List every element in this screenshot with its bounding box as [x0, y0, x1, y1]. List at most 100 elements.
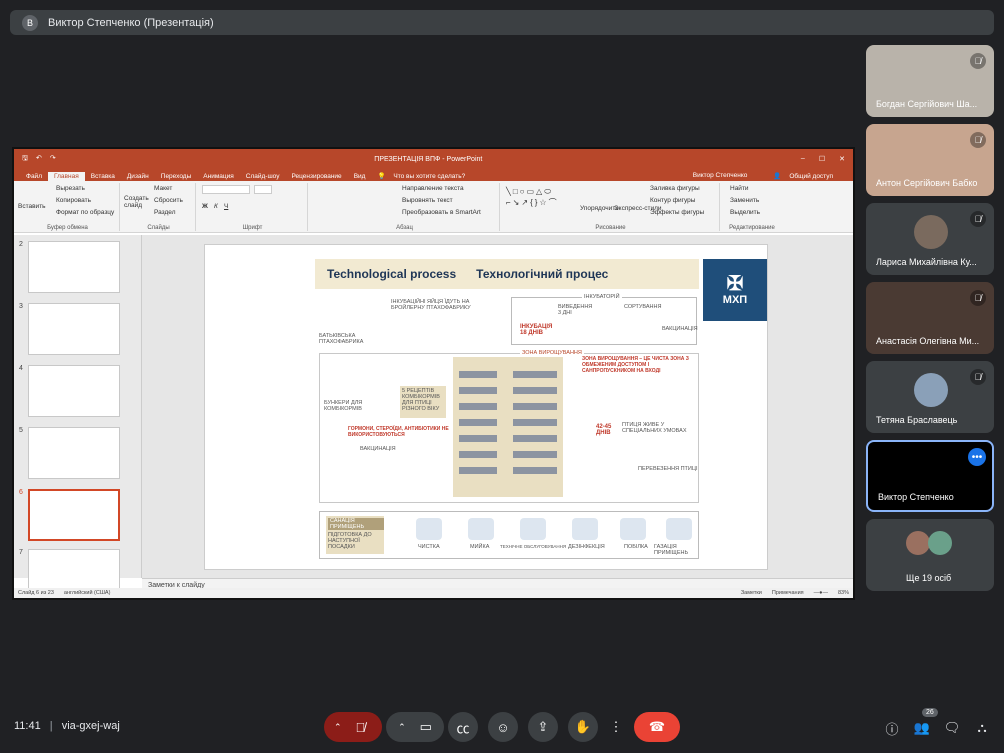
- tab-home[interactable]: Главная: [47, 172, 85, 181]
- tab-animation[interactable]: Анимация: [197, 172, 240, 181]
- minimize-icon[interactable]: –: [801, 155, 805, 163]
- comments-toggle[interactable]: Примечания: [772, 590, 804, 596]
- participant-tile[interactable]: 🎙̸ Анастасія Олегівна Ми...: [866, 282, 994, 354]
- activities-button[interactable]: ⛬: [972, 718, 992, 738]
- days-42-label: 42-45 ДНІВ: [596, 424, 612, 436]
- camera-toggle-button[interactable]: ⌃ ▭: [386, 712, 444, 742]
- camera-icon: ▭: [419, 719, 432, 734]
- house-row: [459, 451, 497, 458]
- shape-outline-button[interactable]: Контур фигуры: [650, 197, 695, 204]
- present-button[interactable]: ⇪: [528, 712, 558, 742]
- reset-button[interactable]: Сбросить: [154, 197, 183, 204]
- slide-thumbnails[interactable]: 2 3 4 5 6 7: [14, 235, 142, 598]
- current-slide[interactable]: Technological process Технологічний проц…: [204, 244, 768, 570]
- paste-button[interactable]: Вставить: [18, 203, 46, 210]
- status-bar: Слайд 6 из 23 английский (США) Заметки П…: [14, 588, 853, 598]
- clock: 11:41: [14, 720, 41, 732]
- more-options-icon[interactable]: •••: [968, 448, 986, 466]
- format-painter-button[interactable]: Формат по образцу: [56, 209, 114, 216]
- font-name-select[interactable]: [202, 185, 250, 194]
- leave-call-button[interactable]: ☎: [634, 712, 680, 742]
- more-participants-label: Ще 19 осіб: [906, 573, 952, 583]
- wrench-icon: [520, 518, 546, 540]
- bold-button[interactable]: Ж: [202, 203, 208, 210]
- maximize-icon[interactable]: ☐: [819, 155, 825, 163]
- tab-review[interactable]: Рецензирование: [285, 172, 347, 181]
- house-row: [513, 435, 557, 442]
- tab-design[interactable]: Дизайн: [121, 172, 155, 181]
- save-icon[interactable]: 🖫: [22, 154, 28, 165]
- language[interactable]: английский (США): [64, 590, 111, 596]
- section-button[interactable]: Раздел: [154, 209, 175, 216]
- participant-tile[interactable]: 🎙̸ Лариса Михайлівна Ку...: [866, 203, 994, 275]
- redo-icon[interactable]: ↷: [50, 154, 56, 165]
- parent-farm-area: ІНКУБАЦІЙНІ ЯЙЦЯ ЇДУТЬ НА БРОЙЛЕРНУ ПТАХ…: [319, 297, 499, 345]
- smartart-button[interactable]: Преобразовать в SmartArt: [402, 209, 481, 216]
- chat-button[interactable]: 🗨: [942, 718, 962, 738]
- tell-me-search[interactable]: 💡 Что вы хотите сделать?: [371, 171, 477, 181]
- italic-button[interactable]: К: [214, 203, 218, 210]
- select-button[interactable]: Выделить: [730, 209, 760, 216]
- chevron-up-icon[interactable]: ⌃: [398, 722, 406, 733]
- chevron-up-icon[interactable]: ⌃: [334, 722, 342, 733]
- close-icon[interactable]: ✕: [839, 155, 845, 163]
- tab-insert[interactable]: Вставка: [85, 172, 121, 181]
- font-size-select[interactable]: [254, 185, 272, 194]
- new-slide-button[interactable]: Создать слайд: [124, 195, 150, 209]
- shapes-gallery[interactable]: ╲□○▭△⬭ ⌐↘↗{}☆⌒: [506, 187, 559, 208]
- more-participants-tile[interactable]: Ще 19 осіб: [866, 519, 994, 591]
- raise-hand-button[interactable]: ✋: [568, 712, 598, 742]
- slide-title-en: Technological process: [327, 267, 457, 281]
- layout-button[interactable]: Макет: [154, 185, 172, 192]
- group-editing: Найти Заменить Выделить Редактирование: [722, 183, 782, 231]
- tab-file[interactable]: Файл: [20, 172, 48, 181]
- group-clipboard: Вставить Вырезать Копировать Формат по о…: [16, 183, 120, 231]
- undo-icon[interactable]: ↶: [36, 154, 42, 165]
- participant-name: Виктор Степченко: [878, 492, 954, 502]
- cut-button[interactable]: Вырезать: [56, 185, 85, 192]
- tab-transitions[interactable]: Переходы: [155, 172, 198, 181]
- mic-toggle-button[interactable]: ⌃ 🎙̸: [324, 712, 382, 742]
- house-row: [513, 371, 557, 378]
- emoji-button[interactable]: ☺: [488, 712, 518, 742]
- underline-button[interactable]: Ч: [224, 203, 228, 210]
- disinfection-icon: [572, 518, 598, 540]
- replace-button[interactable]: Заменить: [730, 197, 759, 204]
- tab-slideshow[interactable]: Слайд-шоу: [240, 172, 286, 181]
- window-buttons: – ☐ ✕: [801, 155, 845, 163]
- step-label: МИЙКА: [470, 544, 490, 550]
- slide-thumb-3[interactable]: [28, 303, 120, 355]
- participant-tile[interactable]: 🎙̸ Тетяна Браславець: [866, 361, 994, 433]
- zoom-slider[interactable]: —●—: [814, 590, 828, 596]
- avatar: [906, 531, 930, 555]
- shape-effects-button[interactable]: Эффекты фигуры: [650, 209, 704, 216]
- copy-button[interactable]: Копировать: [56, 197, 91, 204]
- more-options-button[interactable]: ⋮: [604, 712, 628, 742]
- slide-number: 6: [19, 489, 23, 496]
- presenter-bar[interactable]: В Виктор Степченко (Презентація): [10, 10, 994, 35]
- people-button[interactable]: 👥: [912, 718, 932, 738]
- sanitation-header: САНАЦІЯ ПРИМІЩЕНЬ ПІДГОТОВКА ДО НАСТУПНО…: [326, 516, 384, 554]
- slide-thumb-2[interactable]: [28, 241, 120, 293]
- notes-toggle[interactable]: Заметки: [741, 590, 762, 596]
- share-button[interactable]: 👤 Общий доступ: [767, 171, 845, 181]
- info-button[interactable]: ⓘ: [882, 718, 902, 738]
- participant-tile-self[interactable]: ••• Виктор Степченко: [866, 440, 994, 512]
- find-button[interactable]: Найти: [730, 185, 749, 192]
- align-text-button[interactable]: Выровнять текст: [402, 197, 453, 204]
- captions-button[interactable]: ㏄: [448, 712, 478, 742]
- slides-label: Слайды: [147, 225, 170, 231]
- text-direction-button[interactable]: Направление текста: [402, 185, 464, 192]
- slide-thumb-5[interactable]: [28, 427, 120, 479]
- participant-tile[interactable]: 🎙̸ Богдан Сергійович Ша...: [866, 45, 994, 117]
- recipes-box: 5 РЕЦЕПТІВ КОМБІКОРМІВ ДЛЯ ПТИЦІ РІЗНОГО…: [400, 386, 446, 418]
- participant-tile[interactable]: 🎙̸ Антон Сергійович Бабко: [866, 124, 994, 196]
- slide-thumb-6[interactable]: [28, 489, 120, 541]
- shape-fill-button[interactable]: Заливка фигуры: [650, 185, 700, 192]
- arrange-button[interactable]: Упорядочить: [580, 205, 619, 212]
- slide-thumb-4[interactable]: [28, 365, 120, 417]
- zoom-level[interactable]: 83%: [838, 590, 849, 596]
- tab-view[interactable]: Вид: [348, 172, 372, 181]
- mhp-logo: ✠ МХП: [703, 259, 767, 321]
- info-icon: ⓘ: [885, 721, 899, 737]
